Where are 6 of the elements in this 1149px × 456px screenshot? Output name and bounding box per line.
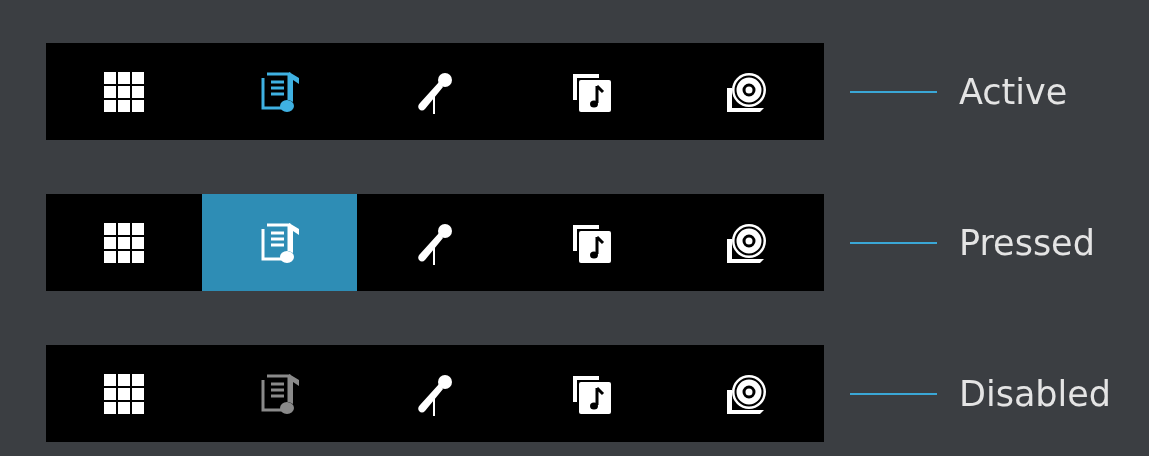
grid-icon: [101, 371, 146, 416]
grid-icon: [101, 69, 146, 114]
state-label: Pressed: [959, 222, 1095, 263]
state-label: Active: [959, 71, 1068, 112]
state-label: Disabled: [959, 373, 1112, 414]
grid-icon: [101, 220, 146, 265]
